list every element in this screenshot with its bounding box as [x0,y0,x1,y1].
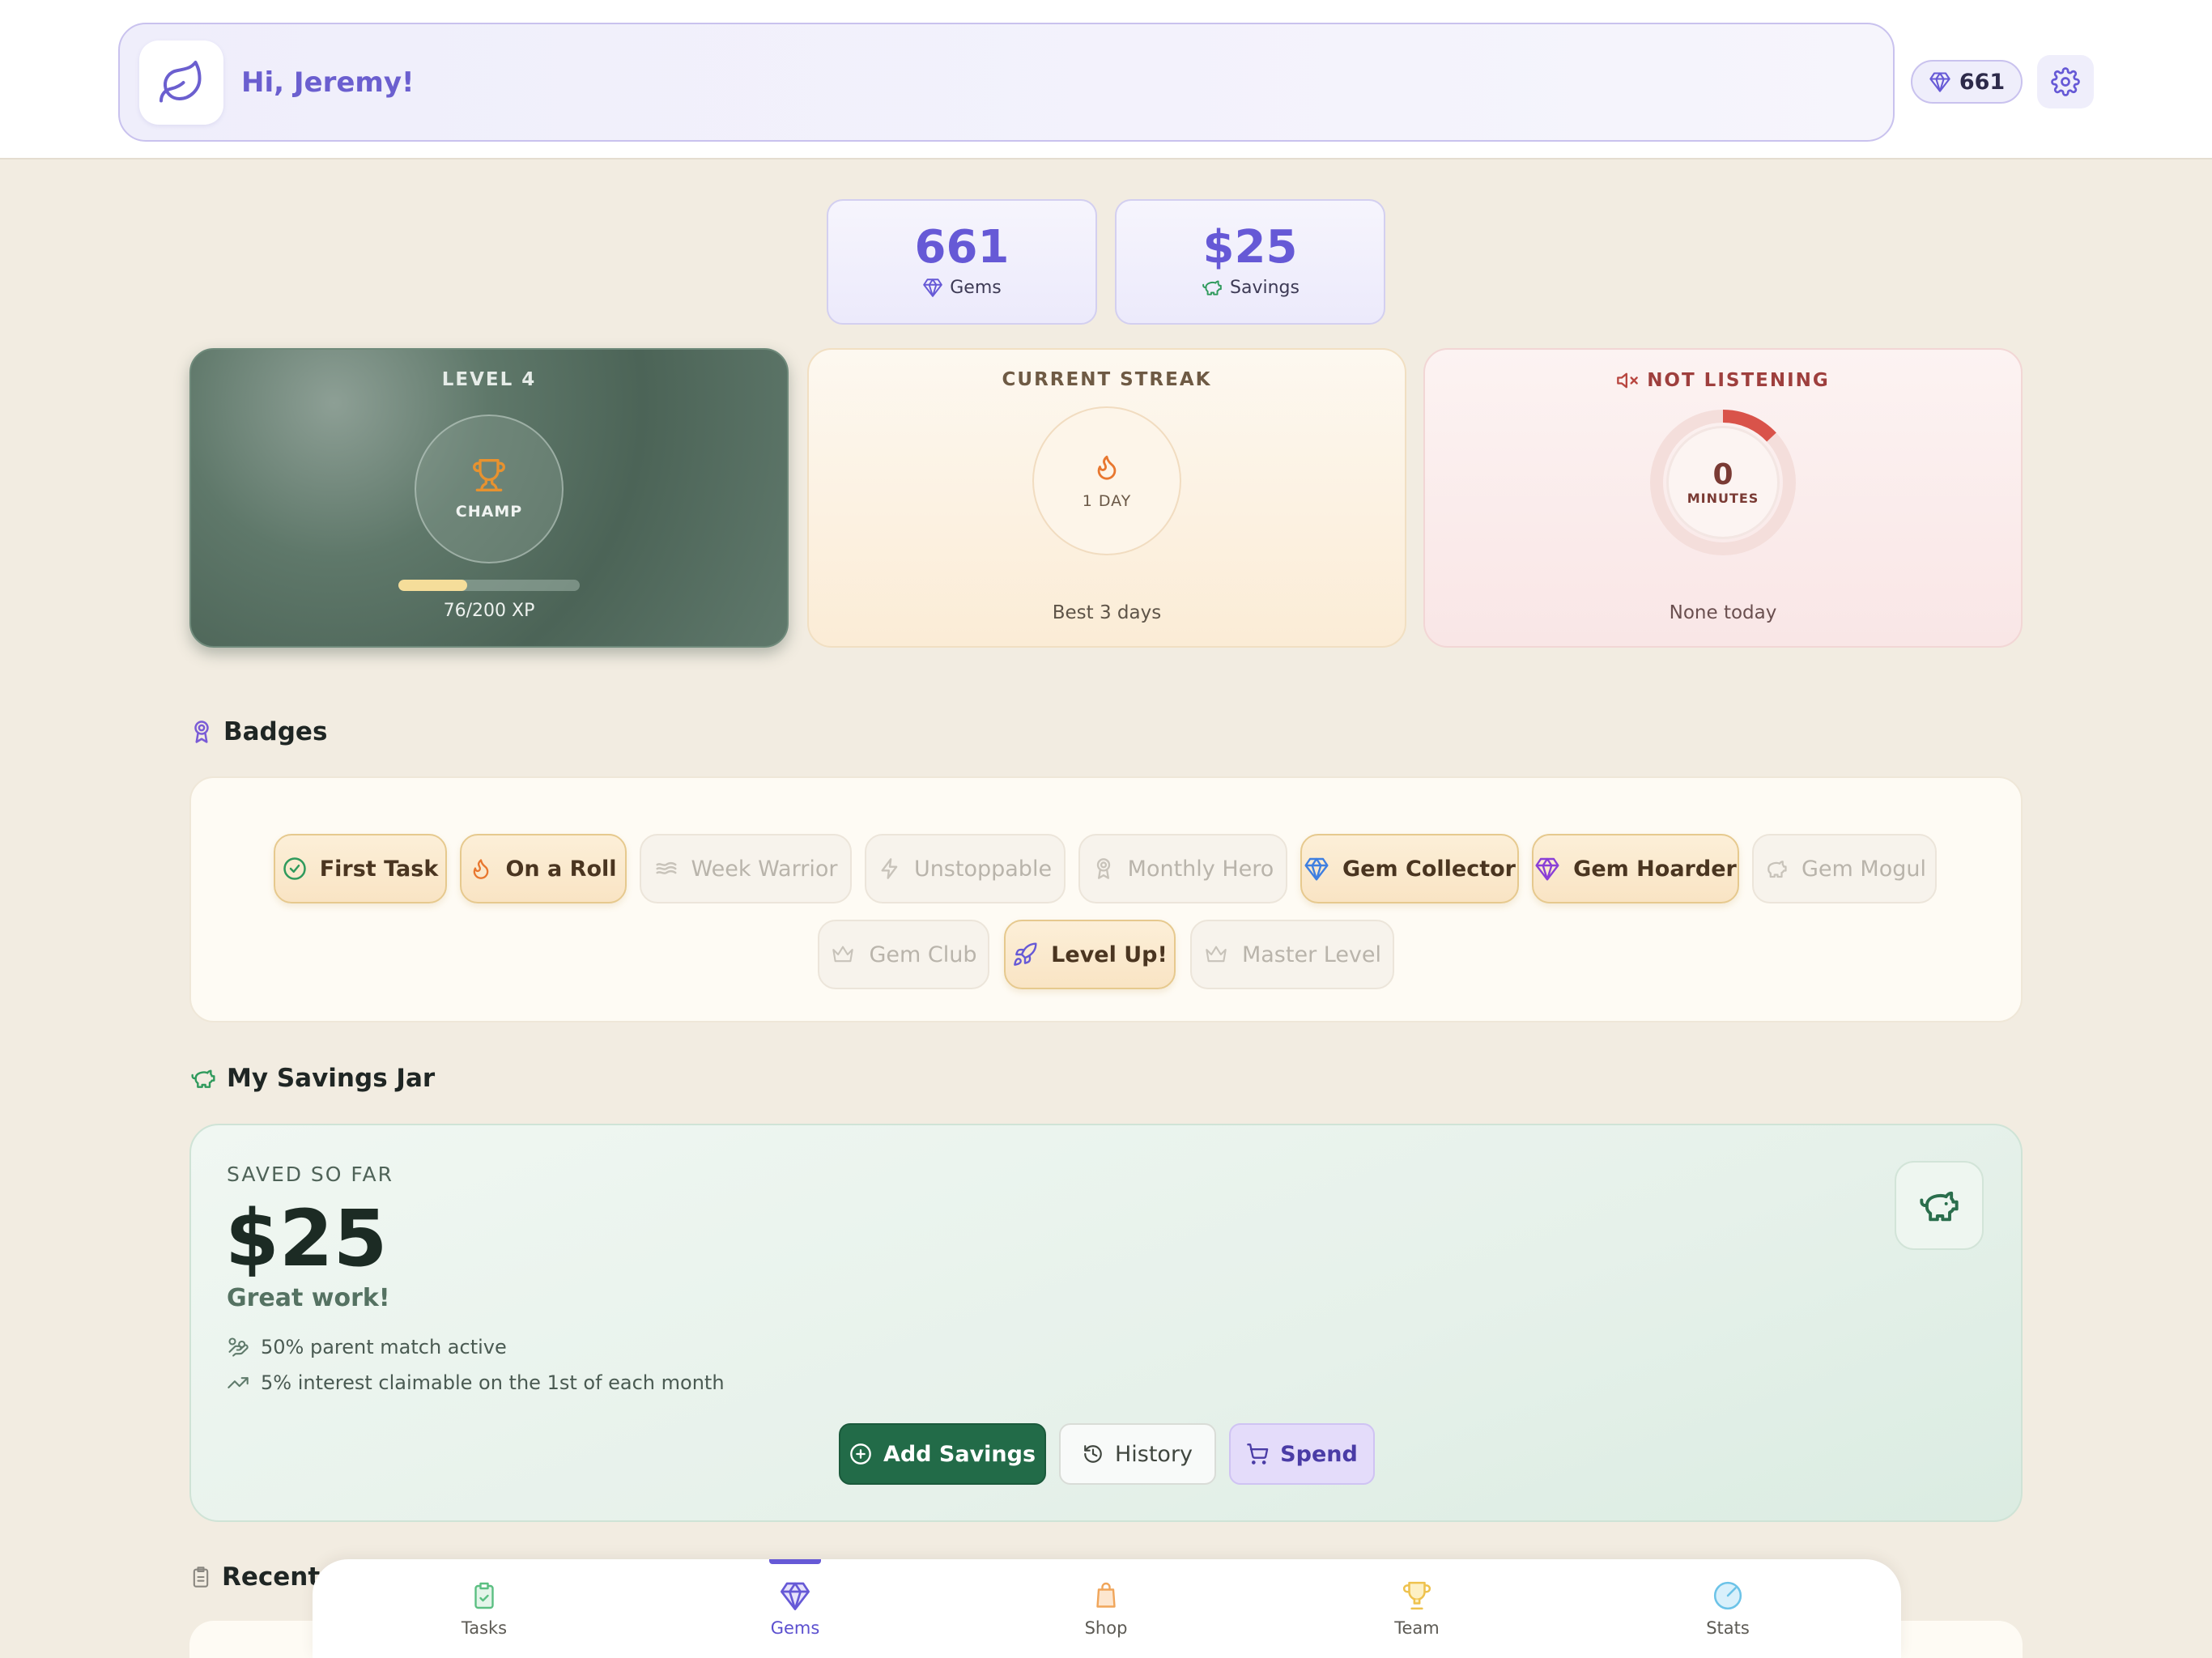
gem-balance-pill[interactable]: 661 [1911,60,2023,104]
hand-coins-icon [228,1337,249,1357]
savings-heading: My Savings Jar [189,1064,435,1093]
listening-unit: MINUTES [1687,490,1759,506]
clipboard-check-icon [474,1582,494,1609]
xp-progress-fill [398,580,468,591]
flame-icon [474,859,489,879]
nav-stats[interactable]: Stats [1647,1559,1809,1658]
cart-icon [1247,1443,1269,1465]
badge-master-level[interactable]: Master Level [1190,920,1394,989]
gem-balance-value: 661 [1959,69,2006,95]
savings-message: Great work! [227,1284,390,1312]
listening-title: NOT LISTENING [1647,370,1830,391]
badge-unstoppable[interactable]: Unstoppable [865,834,1066,903]
badge-gem-club[interactable]: Gem Club [818,920,989,989]
piggy-bank-icon [191,1069,215,1088]
listening-minutes: 0 [1712,457,1733,491]
greeting-text: Hi, Jeremy! [241,66,415,99]
lightning-icon [881,858,898,879]
piggy-bank-icon [1202,280,1222,295]
badge-gem-mogul[interactable]: Gem Mogul [1752,834,1937,903]
savings-stat-card: $25 Savings [1115,199,1385,325]
badge-monthly-hero[interactable]: Monthly Hero [1078,834,1287,903]
check-circle-icon [283,857,306,880]
flame-icon [1097,455,1117,480]
settings-button[interactable] [2037,55,2094,108]
nav-tasks[interactable]: Tasks [403,1559,565,1658]
add-savings-button[interactable]: Add Savings [839,1423,1046,1485]
clipboard-icon [193,1567,209,1588]
shopping-bag-icon [1096,1582,1116,1608]
gem-icon [1535,857,1559,881]
trending-up-icon [228,1377,249,1388]
nav-shop[interactable]: Shop [1025,1559,1187,1658]
top-bar: Hi, Jeremy! 661 [0,0,2212,159]
award-icon [194,721,209,743]
interest-perk: 5% interest claimable on the 1st of each… [227,1371,725,1394]
listening-ring: 0 MINUTES [1648,408,1797,557]
savings-jar-card: SAVED SO FAR $25 Great work! 50% parent … [189,1124,2023,1522]
streak-card[interactable]: CURRENT STREAK 1 DAY Best 3 days [807,348,1406,648]
badge-week-warrior[interactable]: Week Warrior [640,834,852,903]
history-icon [1084,1445,1102,1463]
piggy-bank-icon [1767,861,1787,878]
recent-heading: Recent [189,1562,320,1592]
level-title: LEVEL 4 [441,369,537,390]
gem-icon [781,1582,810,1610]
badge-gem-collector[interactable]: Gem Collector [1300,834,1519,903]
level-rank: CHAMP [455,503,523,521]
rocket-icon [1014,942,1037,966]
streak-days: 1 DAY [1082,492,1132,510]
badge-on-a-roll[interactable]: On a Roll [460,834,627,903]
badges-heading: Badges [189,717,327,746]
nav-gems[interactable]: Gems [714,1559,876,1658]
active-tab-indicator [769,1559,821,1564]
leaf-icon [139,40,223,125]
gem-icon [1929,72,1950,92]
gem-icon [1304,857,1329,881]
listening-card[interactable]: NOT LISTENING 0 MINUTES None today [1423,348,2023,648]
badge-level-up[interactable]: Level Up! [1004,920,1176,989]
best-streak-text: Best 3 days [1052,602,1162,623]
nav-team[interactable]: Team [1336,1559,1498,1658]
level-badge: CHAMP [415,414,564,563]
trophy-icon [1402,1581,1431,1610]
badges-panel: First Task On a Roll Week Warrior Unstop… [189,776,2023,1022]
gem-icon [923,278,943,297]
bottom-nav: Tasks Gems Shop Team Stats [313,1559,1901,1658]
greeting-banner: Hi, Jeremy! [118,23,1895,142]
crown-icon [1206,946,1227,963]
listening-footer: None today [1669,602,1777,623]
piggy-bank-icon [1895,1161,1984,1250]
saved-amount: $25 [225,1193,388,1284]
history-button[interactable]: History [1059,1423,1216,1485]
parent-match-perk: 50% parent match active [227,1336,507,1358]
savings-stat-value: $25 [1202,221,1298,274]
gems-stat-label: Gems [950,277,1002,298]
plus-circle-icon [850,1443,871,1465]
spend-button[interactable]: Spend [1229,1423,1375,1485]
level-card[interactable]: LEVEL 4 CHAMP 76/200 XP [189,348,789,648]
gear-icon [2051,67,2080,96]
pie-chart-icon [1713,1581,1742,1610]
xp-text: 76/200 XP [443,601,535,621]
medal-icon [1096,858,1110,879]
badge-first-task[interactable]: First Task [274,834,447,903]
trophy-icon [473,459,505,491]
savings-stat-label: Savings [1230,277,1300,298]
saved-so-far-label: SAVED SO FAR [227,1163,393,1186]
muted-speaker-icon [1617,372,1639,389]
xp-progress-bar [398,580,580,591]
gems-stat-card: 661 Gems [827,199,1097,325]
badge-gem-hoarder[interactable]: Gem Hoarder [1532,834,1739,903]
streak-badge: 1 DAY [1032,406,1181,555]
gems-stat-value: 661 [914,221,1010,274]
streak-title: CURRENT STREAK [1002,369,1212,390]
wind-icon [656,861,677,874]
crown-icon [832,946,854,963]
